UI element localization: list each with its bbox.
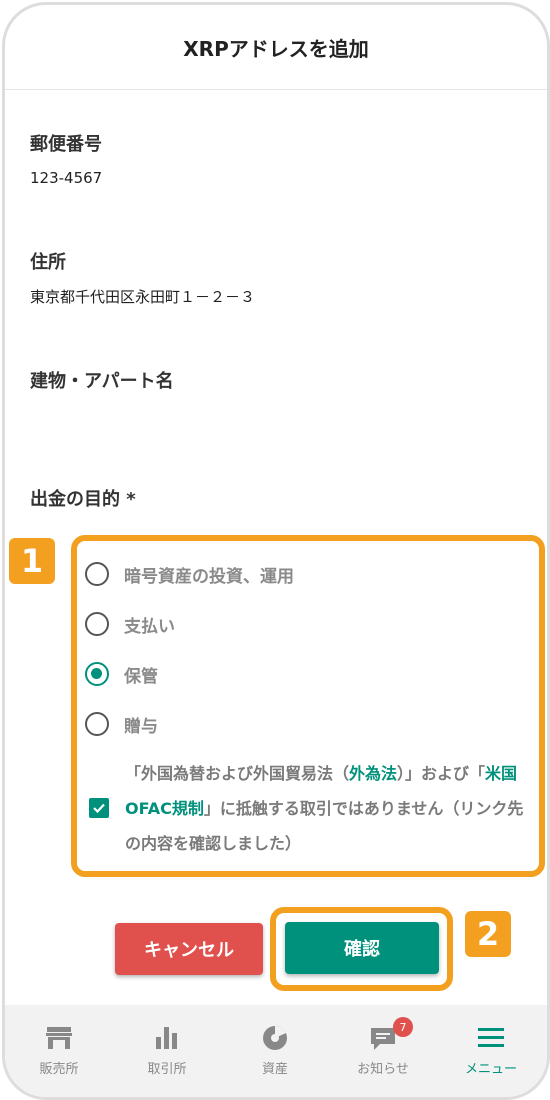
tab-notifications[interactable]: 7 お知らせ xyxy=(329,1005,437,1097)
store-icon xyxy=(46,1027,72,1049)
radio-button[interactable] xyxy=(85,562,109,586)
checkmark-icon xyxy=(93,803,105,814)
pie-chart-icon xyxy=(263,1025,287,1050)
purpose-option-payment[interactable]: 支払い xyxy=(85,606,175,642)
annotation-badge-1: 1 xyxy=(9,538,55,584)
phone-frame: XRPアドレスを追加 郵便番号 123-4567 住所 東京都千代田区永田町１－… xyxy=(2,2,550,1100)
menu-icon xyxy=(478,1028,504,1047)
annotation-badge-2: 2 xyxy=(465,911,511,957)
purpose-option-investment[interactable]: 暗号資産の投資、運用 xyxy=(85,556,294,592)
tab-label: 資産 xyxy=(261,1062,288,1077)
postal-code-value: 123-4567 xyxy=(30,169,103,187)
building-label: 建物・アパート名 xyxy=(30,371,174,392)
header: XRPアドレスを追加 xyxy=(5,5,547,90)
postal-code-label: 郵便番号 xyxy=(30,134,102,155)
radio-button[interactable] xyxy=(85,612,109,636)
option-label: 保管 xyxy=(124,666,158,687)
consent-text-1: 「外国為替および外国貿易法（ xyxy=(125,764,350,783)
option-label: 贈与 xyxy=(124,716,158,737)
consent-text: 「外国為替および外国貿易法（外為法）」および「米国OFAC規制」に抵触する取引で… xyxy=(125,756,527,861)
purpose-option-storage[interactable]: 保管 xyxy=(85,656,158,692)
notification-count-badge: 7 xyxy=(393,1017,413,1037)
address-label: 住所 xyxy=(30,252,66,273)
tab-label: 販売所 xyxy=(39,1062,79,1077)
purpose-option-gift[interactable]: 贈与 xyxy=(85,706,158,742)
cancel-button[interactable]: キャンセル xyxy=(115,923,263,975)
bar-chart-icon xyxy=(156,1027,177,1049)
page-title: XRPアドレスを追加 xyxy=(183,36,369,61)
tab-assets[interactable]: 資産 xyxy=(221,1005,329,1097)
consent-text-2: ）」および「 xyxy=(397,764,486,783)
radio-button-selected[interactable] xyxy=(85,662,109,686)
tab-exchange[interactable]: 取引所 xyxy=(113,1005,221,1097)
option-label: 支払い xyxy=(124,616,175,637)
confirm-button[interactable]: 確認 xyxy=(285,922,439,974)
tab-label: 取引所 xyxy=(147,1062,187,1077)
fx-law-link[interactable]: 外為法 xyxy=(349,764,397,783)
tab-label: お知らせ xyxy=(357,1062,409,1077)
tab-store[interactable]: 販売所 xyxy=(5,1005,113,1097)
option-label: 暗号資産の投資、運用 xyxy=(124,566,294,587)
purpose-label: 出金の目的 * xyxy=(30,489,136,510)
tab-menu[interactable]: メニュー xyxy=(437,1005,545,1097)
radio-button[interactable] xyxy=(85,712,109,736)
bottom-tab-bar: 販売所 取引所 資産 7 お知らせ メニュー xyxy=(5,1005,547,1097)
purpose-section: 暗号資産の投資、運用 支払い 保管 贈与 「外国為替および外国貿易法（外為法）」… xyxy=(71,535,545,877)
consent-checkbox[interactable] xyxy=(89,798,109,818)
tab-label: メニュー xyxy=(464,1062,517,1077)
address-value: 東京都千代田区永田町１－２－３ xyxy=(30,288,256,306)
